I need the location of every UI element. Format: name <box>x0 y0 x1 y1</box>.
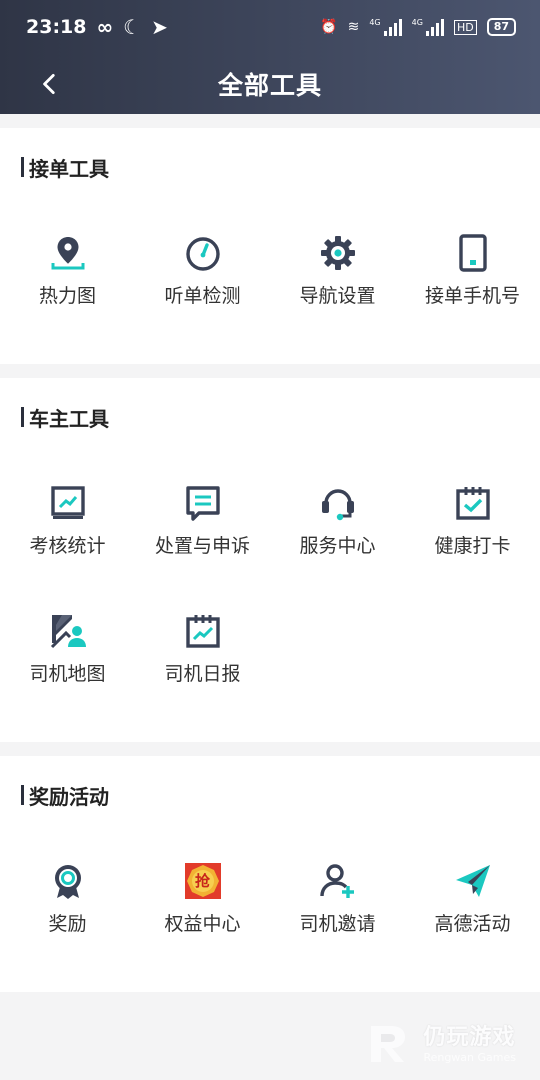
tool-nav-settings[interactable]: 导航设置 <box>270 206 405 334</box>
location-icon: ➤ <box>151 15 168 39</box>
tool-amap-activity[interactable]: 高德活动 <box>405 834 540 962</box>
tool-benefits-center[interactable]: 抢 权益中心 <box>135 834 270 962</box>
tool-label: 奖励 <box>48 912 87 935</box>
gear-icon <box>320 235 355 270</box>
tool-label: 热力图 <box>38 284 96 307</box>
add-user-icon <box>319 863 354 898</box>
battery-icon: 87 <box>486 18 516 36</box>
section-owner-tools: 车主工具 考核统计 处置与申诉 服务中心 健康打卡 司机地图 司机日报 <box>0 378 540 742</box>
status-bar: 23:18 ∞ ☾ ➤ ⏰ ≋ 4G 4G HD 87 <box>0 0 540 54</box>
signal-2-icon: 4G <box>412 18 444 36</box>
tool-label: 服务中心 <box>299 534 376 557</box>
back-button[interactable] <box>30 64 70 104</box>
section-reward-activities: 奖励活动 奖励 抢 权益中心 司机邀请 高德活动 <box>0 756 540 992</box>
tool-driver-daily[interactable]: 司机日报 <box>135 584 270 712</box>
tool-label: 接单手机号 <box>424 284 520 307</box>
tool-label: 权益中心 <box>164 912 241 935</box>
section-title: 接单工具 <box>0 128 540 206</box>
watermark-cn: 仍玩游戏 <box>423 1025 516 1050</box>
page-title: 全部工具 <box>217 71 322 100</box>
tool-heatmap[interactable]: 热力图 <box>0 206 135 334</box>
signal-1-icon: 4G <box>369 18 402 36</box>
grab-badge-text: 抢 <box>194 872 210 890</box>
hd-icon: HD <box>453 19 477 35</box>
driver-map-icon <box>50 614 86 648</box>
tool-service-center[interactable]: 服务中心 <box>270 456 405 584</box>
watermark-text: 仍玩游戏 Rengwan Games <box>423 1019 516 1064</box>
tool-label: 健康打卡 <box>434 534 511 557</box>
tool-grid: 热力图 听单检测 导航设置 接单手机号 <box>0 206 540 364</box>
tool-grid: 奖励 抢 权益中心 司机邀请 高德活动 <box>0 834 540 992</box>
tool-health-checkin[interactable]: 健康打卡 <box>405 456 540 584</box>
daily-report-icon <box>185 614 220 648</box>
tool-listen-check[interactable]: 听单检测 <box>135 206 270 334</box>
chevron-left-icon <box>43 73 55 95</box>
tool-driver-map[interactable]: 司机地图 <box>0 584 135 712</box>
tool-label: 司机邀请 <box>299 912 376 935</box>
status-right: ⏰ ≋ 4G 4G HD 87 <box>320 18 516 36</box>
infinity-icon: ∞ <box>96 15 114 39</box>
headset-icon <box>321 488 354 520</box>
tool-disposal-appeal[interactable]: 处置与申诉 <box>135 456 270 584</box>
status-time: 23:18 <box>26 16 87 38</box>
gauge-icon <box>185 236 220 271</box>
tool-order-phone[interactable]: 接单手机号 <box>405 206 540 334</box>
tool-label: 导航设置 <box>299 284 376 307</box>
status-left: 23:18 ∞ ☾ ➤ <box>26 15 168 39</box>
section-title: 车主工具 <box>0 378 540 456</box>
tool-label: 考核统计 <box>29 534 106 557</box>
phone-icon <box>458 233 487 272</box>
map-pin-icon <box>51 236 84 269</box>
medal-icon <box>54 864 81 899</box>
watermark-logo-icon <box>371 1025 406 1062</box>
wifi-icon: ≋ <box>347 19 360 35</box>
calendar-check-icon <box>455 486 490 520</box>
tool-assessment-stats[interactable]: 考核统计 <box>0 456 135 584</box>
tool-label: 高德活动 <box>434 912 511 935</box>
tool-label: 处置与申诉 <box>154 534 250 557</box>
tool-driver-invite[interactable]: 司机邀请 <box>270 834 405 962</box>
watermark: 仍玩游戏 Rengwan Games <box>367 1019 516 1064</box>
section-title: 奖励活动 <box>0 756 540 834</box>
tool-label: 听单检测 <box>164 284 241 307</box>
watermark-en: Rengwan Games <box>423 1051 516 1064</box>
paper-plane-icon <box>455 864 490 897</box>
header: 23:18 ∞ ☾ ➤ ⏰ ≋ 4G 4G HD 87 全部工具 <box>0 0 540 114</box>
moon-icon: ☾ <box>123 15 142 39</box>
section-order-tools: 接单工具 热力图 听单检测 导航设置 接单手机号 <box>0 128 540 364</box>
message-icon <box>185 485 220 521</box>
stats-chart-icon <box>50 485 85 519</box>
tool-grid: 考核统计 处置与申诉 服务中心 健康打卡 司机地图 司机日报 <box>0 456 540 742</box>
alarm-icon: ⏰ <box>320 19 338 35</box>
tool-label: 司机地图 <box>29 662 106 685</box>
title-bar: 全部工具 <box>0 54 540 114</box>
tool-label: 司机日报 <box>164 662 241 685</box>
tool-reward[interactable]: 奖励 <box>0 834 135 962</box>
